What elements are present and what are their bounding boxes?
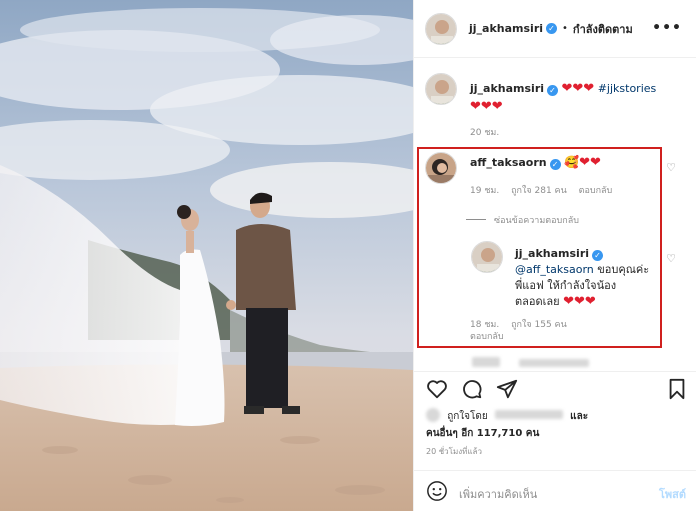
reply-text: jj_akhamsiri ✓ @aff_taksaorn ขอบคุณค่ะ พี…	[515, 246, 665, 310]
heart-icon[interactable]	[426, 378, 448, 400]
mention-link[interactable]: @aff_taksaorn	[515, 263, 594, 276]
header-separator: •	[562, 23, 568, 34]
reply-username[interactable]: jj_akhamsiri	[515, 247, 589, 260]
post-timestamp: 20 ชั่วโมงที่แล้ว	[426, 447, 482, 456]
avatar[interactable]	[425, 12, 457, 45]
comment-likes[interactable]: ถูกใจ 281 คน	[511, 186, 567, 196]
comment-text: aff_taksaorn ✓ 🥰❤❤	[470, 154, 601, 171]
hide-replies-button[interactable]: ซ่อนข้อความตอบกลับ	[466, 213, 579, 227]
blurred-avatar	[472, 357, 500, 367]
comment-username[interactable]: aff_taksaorn	[470, 156, 547, 169]
follow-status-button[interactable]: กำลังติดตาม	[573, 20, 633, 38]
comment-avatar[interactable]	[425, 152, 457, 184]
instagram-post: jj_akhamsiri ✓ • กำลังติดตาม ••• jj_akha…	[0, 0, 696, 511]
heart-emoji: ❤❤❤	[561, 81, 595, 96]
heart-emoji: ❤❤❤	[470, 99, 503, 114]
share-icon[interactable]	[496, 378, 518, 400]
reply-text-line2: พี่แอฟ ให้กำลังใจน้อง	[515, 279, 617, 292]
verified-icon: ✓	[546, 23, 558, 34]
reply-likes[interactable]: ถูกใจ 155 คน	[511, 320, 567, 330]
blurred-text	[519, 359, 590, 367]
reply-text-line3: ตลอดเลย	[515, 295, 564, 308]
header-username[interactable]: jj_akhamsiri	[469, 22, 543, 35]
comment-time: 19 ชม.	[470, 186, 500, 196]
comment-like-icon[interactable]: ♡	[666, 161, 676, 174]
comment-reply-button[interactable]: ตอบกลับ	[579, 186, 613, 196]
next-comment-blurred	[472, 352, 590, 371]
reply-meta: 18 ชม. ถูกใจ 155 คน ตอบกลับ	[470, 319, 620, 343]
liker-name-blurred	[494, 410, 563, 419]
verified-icon: ✓	[547, 85, 559, 96]
reply-time: 18 ชม.	[470, 320, 500, 330]
comment-icon[interactable]	[461, 378, 483, 400]
likes-summary: ถูกใจโดย และ คนอื่นๆ อีก 117,710 คน	[426, 408, 686, 442]
emoji-icon[interactable]	[426, 480, 448, 502]
liked-by-label: ถูกใจโดย	[447, 411, 488, 422]
heart-emoji: ❤❤❤	[563, 294, 596, 309]
post-photo[interactable]	[0, 0, 413, 511]
divider	[414, 371, 696, 372]
heart-emoji: ❤❤	[579, 155, 601, 170]
caption-time: 20 ชม.	[470, 128, 500, 138]
likes-count-link[interactable]: คนอื่นๆ อีก 117,710 คน	[426, 428, 539, 439]
hide-replies-label: ซ่อนข้อความตอบกลับ	[494, 216, 579, 226]
reply-reply-button[interactable]: ตอบกลับ	[470, 332, 504, 342]
post-comment-button[interactable]: โพสต์	[659, 485, 686, 503]
hashtag-link[interactable]: #jjkstories	[598, 82, 657, 95]
divider	[466, 219, 486, 220]
action-bar	[414, 378, 696, 404]
caption-text: jj_akhamsiri ✓ ❤❤❤ #jjkstories ❤❤❤	[470, 80, 685, 116]
avatar-image	[426, 74, 456, 104]
caption-avatar[interactable]	[425, 73, 457, 105]
reply-like-icon[interactable]: ♡	[666, 252, 676, 265]
more-icon[interactable]: •••	[652, 20, 682, 36]
comment-input[interactable]: เพิ่มความคิดเห็น	[459, 485, 537, 503]
liker-avatar-blurred	[426, 408, 440, 422]
caption-username[interactable]: jj_akhamsiri	[470, 82, 544, 95]
add-comment-bar: เพิ่มความคิดเห็น โพสต์	[414, 470, 696, 511]
likes-and: และ	[570, 411, 589, 422]
comment-meta: 19 ชม. ถูกใจ 281 คน ตอบกลับ	[470, 183, 670, 197]
avatar-image	[426, 13, 456, 44]
verified-icon: ✓	[592, 250, 604, 261]
verified-icon: ✓	[549, 159, 561, 170]
wedding-beach-photo	[0, 0, 413, 511]
reply-text-line1: ขอบคุณค่ะ	[593, 263, 650, 276]
bookmark-icon[interactable]	[667, 378, 687, 400]
reply-avatar[interactable]	[471, 241, 503, 273]
post-side-panel: jj_akhamsiri ✓ • กำลังติดตาม ••• jj_akha…	[413, 0, 696, 511]
smiling-emoji: 🥰	[564, 155, 580, 169]
